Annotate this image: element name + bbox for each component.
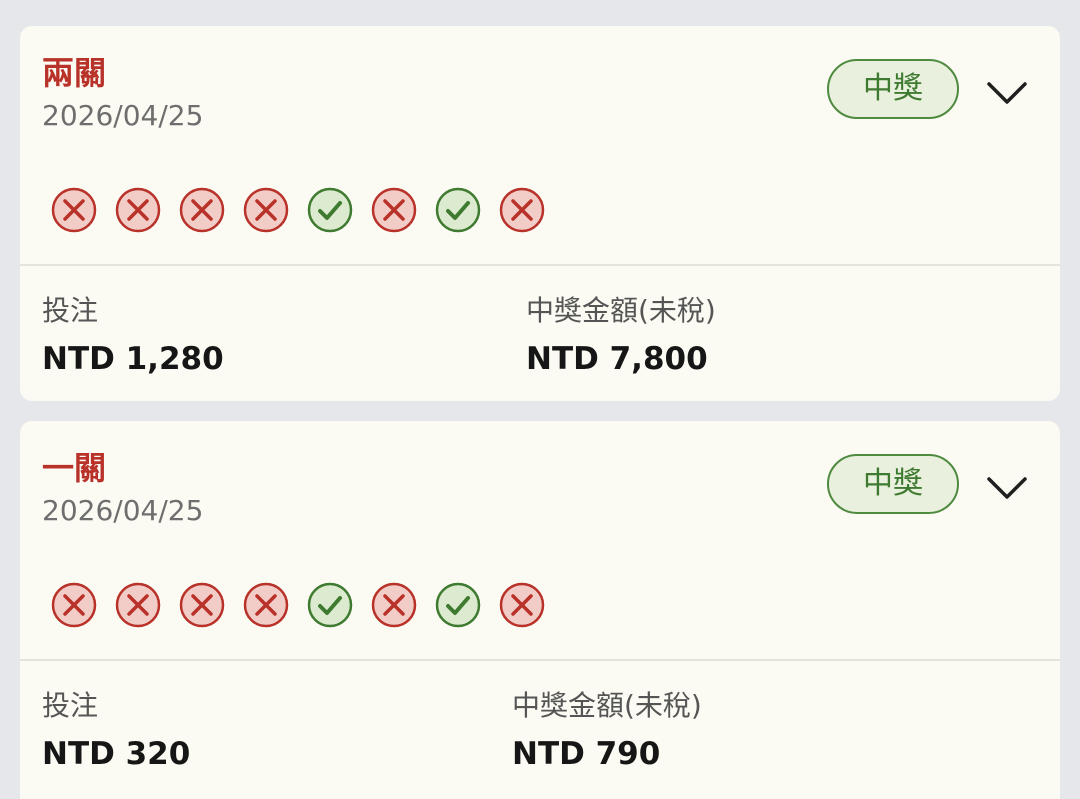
x-circle-icon — [371, 582, 417, 628]
x-circle-icon — [51, 582, 97, 628]
x-circle-icon — [243, 187, 289, 233]
bet-date: 2026/04/25 — [42, 494, 204, 527]
stake-value: NTD 1,280 — [42, 341, 224, 377]
x-circle-icon — [51, 187, 97, 233]
check-circle-icon — [435, 187, 481, 233]
x-circle-icon — [499, 582, 545, 628]
payout-value: NTD 7,800 — [526, 341, 708, 377]
status-badge: 中獎 — [827, 454, 959, 514]
x-circle-icon — [115, 582, 161, 628]
expand-button[interactable] — [982, 74, 1032, 114]
bet-date: 2026/04/25 — [42, 99, 204, 132]
x-circle-icon — [179, 187, 225, 233]
stake-value: NTD 320 — [42, 736, 191, 772]
payout-label: 中獎金額(未稅) — [526, 294, 716, 327]
chevron-down-icon — [987, 477, 1027, 499]
x-circle-icon — [115, 187, 161, 233]
bet-card[interactable]: 兩關 2026/04/25 中獎 投注 NTD 1,280 中獎金額(未稅) N… — [20, 26, 1060, 401]
x-circle-icon — [179, 582, 225, 628]
divider — [20, 659, 1060, 661]
expand-button[interactable] — [982, 469, 1032, 509]
chevron-down-icon — [987, 82, 1027, 104]
divider — [20, 264, 1060, 266]
x-circle-icon — [499, 187, 545, 233]
bet-card[interactable]: 一關 2026/04/25 中獎 投注 NTD 320 中獎金額(未稅) NTD… — [20, 421, 1060, 799]
payout-label: 中獎金額(未稅) — [512, 689, 702, 722]
bet-type-title: 兩關 — [42, 54, 107, 92]
payout-value: NTD 790 — [512, 736, 661, 772]
check-circle-icon — [435, 582, 481, 628]
bet-type-title: 一關 — [42, 449, 107, 487]
check-circle-icon — [307, 582, 353, 628]
x-circle-icon — [243, 582, 289, 628]
check-circle-icon — [307, 187, 353, 233]
status-badge: 中獎 — [827, 59, 959, 119]
stake-label: 投注 — [42, 689, 99, 722]
stake-label: 投注 — [42, 294, 99, 327]
x-circle-icon — [371, 187, 417, 233]
